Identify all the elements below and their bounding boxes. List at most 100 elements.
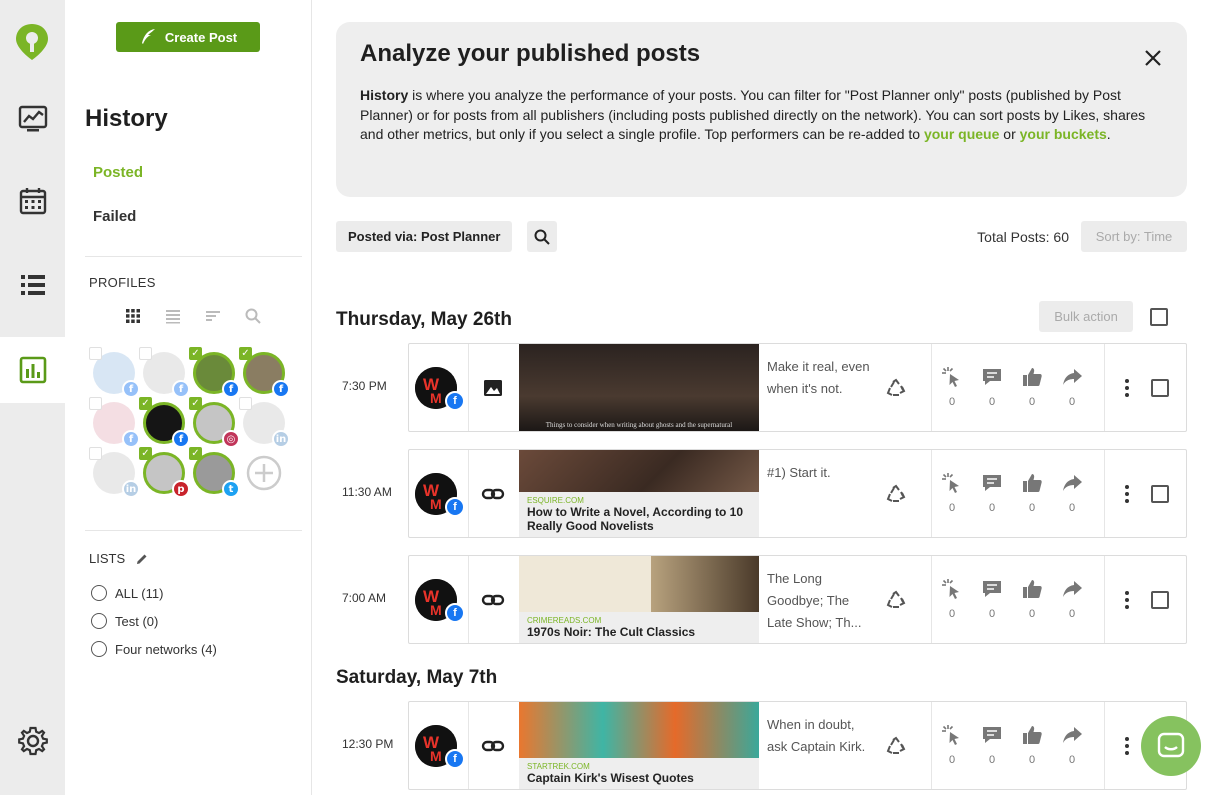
profile-avatar[interactable]: f ✓ [239,347,290,398]
profile-checkbox[interactable] [89,447,102,460]
your-queue-link[interactable]: your queue [924,126,999,142]
post-checkbox[interactable] [1151,591,1169,609]
post-thumbnail[interactable]: ESQUIRE.COM How to Write a Novel, Accordi… [519,450,759,537]
post-thumbnail[interactable]: Things to consider when writing about gh… [519,344,759,431]
rail-settings[interactable] [0,708,65,774]
divider [931,344,932,431]
stat-metric: 0 [1061,472,1083,514]
grid-view-button[interactable] [123,306,143,326]
rail-analytics[interactable] [0,337,65,403]
list-option-four-networks[interactable]: Four networks (4) [91,641,217,657]
profile-search-button[interactable] [243,306,263,326]
list-option-test[interactable]: Test (0) [91,613,158,629]
nav-failed[interactable]: Failed [93,208,136,225]
info-lead: History [360,87,409,103]
profile-checkbox[interactable]: ✓ [189,447,202,460]
pencil-icon[interactable] [135,552,149,566]
profile-avatar[interactable]: ◎ ✓ [189,397,240,448]
linkedin-icon: in [122,480,140,498]
post-thumbnail[interactable]: CRIMEREADS.COM 1970s Noir: The Cult Class… [519,556,759,643]
more-options-icon[interactable] [1123,590,1131,610]
recycle-icon[interactable] [886,736,906,756]
stat-metric: 0 [981,578,1003,620]
profile-avatar[interactable]: p ✓ [139,447,190,498]
rail-dashboard[interactable] [0,86,65,152]
search-button[interactable] [527,221,557,252]
plus-circle-icon [246,455,282,491]
sort-button[interactable] [203,306,223,326]
profile-avatar[interactable]: f [139,347,190,398]
radio-button[interactable] [91,613,107,629]
recycle-icon[interactable] [886,484,906,504]
profile-avatar[interactable]: f [89,397,140,448]
thumbs-up-icon [1023,474,1042,492]
post-card[interactable]: W Mf CRIMEREADS.COM 1970s Noir: The Cult Cl… [408,555,1187,644]
day-heading: Thursday, May 26th [336,309,512,330]
radio-button[interactable] [91,585,107,601]
post-checkbox[interactable] [1151,485,1169,503]
profile-avatar[interactable]: f [89,347,140,398]
profile-checkbox[interactable]: ✓ [139,397,152,410]
stat-count: 0 [1028,754,1036,766]
create-post-button[interactable]: Create Post [116,22,260,52]
divider [1104,556,1105,643]
stat-metric: 0 [941,724,963,766]
profile-checkbox[interactable] [139,347,152,360]
rail-calendar[interactable] [0,168,65,234]
profile-checkbox[interactable] [239,397,252,410]
add-profile-button[interactable] [243,452,285,494]
your-buckets-link[interactable]: your buckets [1020,126,1107,142]
radio-button[interactable] [91,641,107,657]
info-panel: Analyze your published posts History is … [336,22,1187,197]
post-card[interactable]: W Mf STARTREK.COM Captain Kirk's Wisest Quo… [408,701,1187,790]
link-preview-meta: STARTREK.COM Captain Kirk's Wisest Quotes [519,758,759,789]
post-message: #1) Start it. [767,465,831,480]
rail-queue[interactable] [0,252,65,318]
post-planner-logo[interactable] [14,22,50,62]
profile-checkbox[interactable] [89,397,102,410]
chat-button[interactable] [1141,716,1201,776]
post-thumbnail[interactable]: STARTREK.COM Captain Kirk's Wisest Quotes [519,702,759,789]
list-option-all[interactable]: ALL (11) [91,585,163,601]
profile-checkbox[interactable]: ✓ [189,397,202,410]
nav-posted[interactable]: Posted [93,164,143,181]
queue-list-icon [20,275,45,295]
facebook-icon: f [122,380,140,398]
sort-by-button[interactable]: Sort by: Time [1081,221,1187,252]
calendar-icon [19,188,46,215]
chat-icon [1157,732,1185,758]
profile-avatar[interactable]: in [89,447,140,498]
more-options-icon[interactable] [1123,736,1131,756]
recycle-icon[interactable] [886,378,906,398]
quill-icon [141,29,155,44]
close-icon[interactable] [1143,48,1163,68]
profile-avatar[interactable]: f ✓ [139,397,190,448]
divider [85,530,302,531]
sort-icon [206,311,220,321]
recycle-icon[interactable] [886,590,906,610]
profile-avatar[interactable]: t ✓ [189,447,240,498]
profile-avatar[interactable]: in [239,397,290,448]
cursor-click-icon [942,725,959,745]
posted-via-filter[interactable]: Posted via: Post Planner [336,221,513,252]
post-card[interactable]: W Mf Things to consider when writing about… [408,343,1187,432]
list-view-button[interactable] [163,306,183,326]
thumbs-up-icon [1023,726,1042,744]
profile-avatar[interactable]: f ✓ [189,347,240,398]
link-title: How to Write a Novel, According to 10 Re… [527,505,744,533]
stat-count: 0 [1068,608,1076,620]
stat-count: 0 [1068,396,1076,408]
divider [1104,702,1105,789]
profile-checkbox[interactable]: ✓ [139,447,152,460]
more-options-icon[interactable] [1123,484,1131,504]
post-checkbox[interactable] [1151,379,1169,397]
stat-metric: 0 [1021,578,1043,620]
profile-checkbox[interactable]: ✓ [239,347,252,360]
profile-checkbox[interactable] [89,347,102,360]
more-options-icon[interactable] [1123,378,1131,398]
profile-checkbox[interactable]: ✓ [189,347,202,360]
post-card[interactable]: W Mf ESQUIRE.COM How to Write a Novel, Acco… [408,449,1187,538]
bulk-action-button[interactable]: Bulk action [1039,301,1133,332]
post-time: 7:00 AM [342,591,387,605]
select-all-checkbox[interactable] [1150,308,1168,326]
